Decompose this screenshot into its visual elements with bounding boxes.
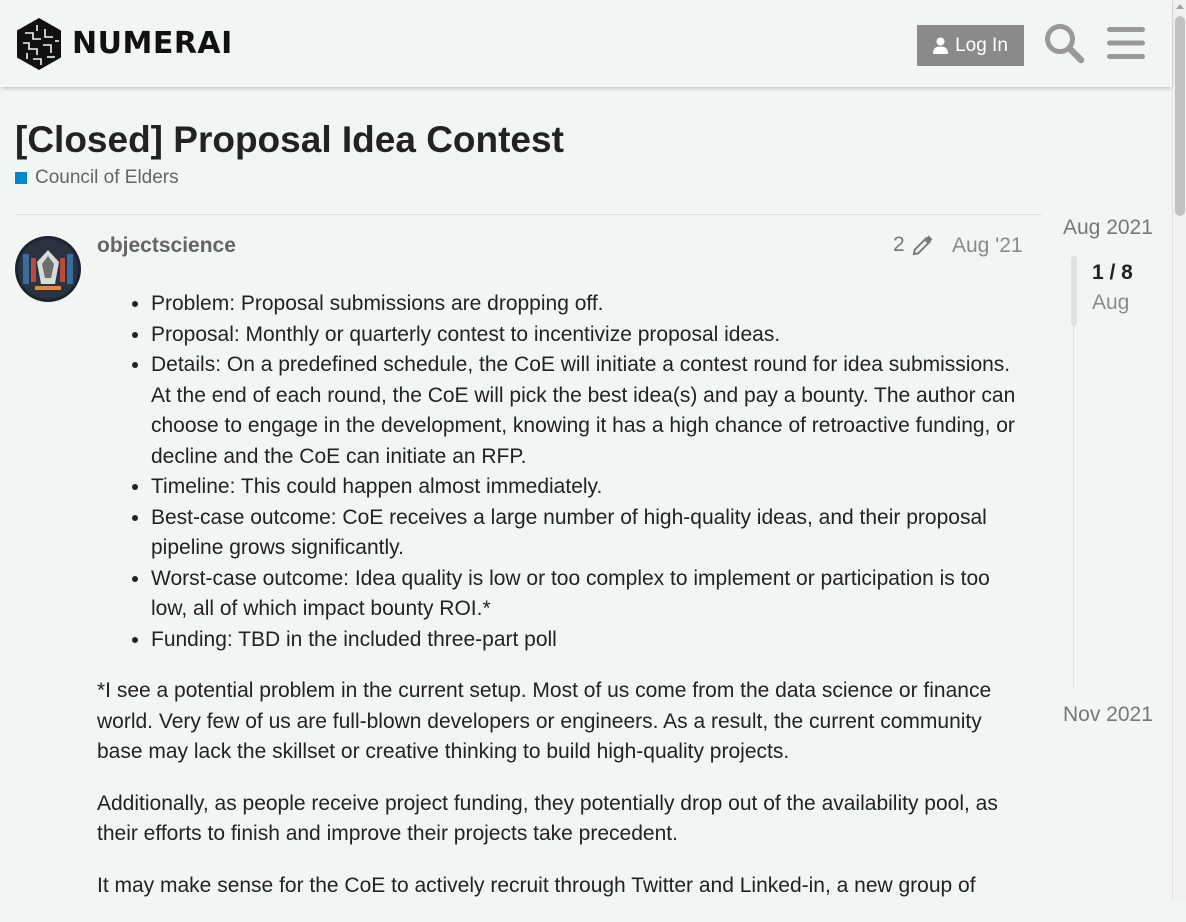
category-badge[interactable]: Council of Elders xyxy=(15,167,179,189)
category-color-square xyxy=(15,172,27,184)
hamburger-menu-icon[interactable] xyxy=(1107,25,1145,61)
list-item: Proposal: Monthly or quarterly contest t… xyxy=(151,320,1027,351)
post-author[interactable]: objectscience xyxy=(97,234,236,258)
list-item: Timeline: This could happen almost immed… xyxy=(151,472,1027,503)
post-body: Problem: Proposal submissions are droppi… xyxy=(97,289,1027,922)
pencil-icon xyxy=(912,235,933,255)
user-icon xyxy=(933,37,949,54)
post-date[interactable]: Aug '21 xyxy=(952,234,1023,258)
edit-history-button[interactable]: 2 xyxy=(893,233,934,257)
topic-title[interactable]: [Closed] Proposal Idea Contest xyxy=(15,119,564,161)
search-icon[interactable] xyxy=(1043,22,1085,64)
site-logo[interactable]: NUMERAI xyxy=(15,17,233,71)
proposal-list: Problem: Proposal submissions are droppi… xyxy=(97,289,1027,655)
timeline-end-date[interactable]: Nov 2021 xyxy=(1063,703,1153,727)
list-item: Problem: Proposal submissions are droppi… xyxy=(151,289,1027,320)
edit-count: 2 xyxy=(893,233,905,256)
scroll-up-arrow-icon[interactable] xyxy=(1176,4,1184,9)
category-name: Council of Elders xyxy=(35,167,179,188)
login-label: Log In xyxy=(955,34,1008,56)
login-button[interactable]: Log In xyxy=(917,25,1024,66)
avatar[interactable] xyxy=(15,236,81,302)
post-paragraph: It may make sense for the CoE to activel… xyxy=(97,873,976,897)
list-item: Worst-case outcome: Idea quality is low … xyxy=(151,564,1027,625)
page-scrollbar[interactable] xyxy=(1172,0,1186,900)
numerai-logo-icon xyxy=(17,18,61,70)
avatar-image xyxy=(15,236,81,302)
post-paragraph: *I see a potential problem in the curren… xyxy=(97,679,992,763)
timeline-position: 1 / 8 xyxy=(1092,261,1133,284)
timeline-start-date[interactable]: Aug 2021 xyxy=(1063,216,1153,240)
post-paragraph: Additionally, as people receive project … xyxy=(97,791,998,846)
list-item: Details: On a predefined schedule, the C… xyxy=(151,350,1027,472)
timeline-current-date: Aug xyxy=(1092,291,1130,314)
topic-divider xyxy=(15,214,1042,215)
logo-wordmark: NUMERAI xyxy=(72,26,233,61)
scrollbar-thumb[interactable] xyxy=(1175,16,1185,216)
site-header: NUMERAI Log In xyxy=(0,0,1172,87)
list-item: Funding: TBD in the included three-part … xyxy=(151,625,1027,656)
timeline-handle[interactable] xyxy=(1071,256,1077,326)
list-item: Best-case outcome: CoE receives a large … xyxy=(151,503,1027,564)
